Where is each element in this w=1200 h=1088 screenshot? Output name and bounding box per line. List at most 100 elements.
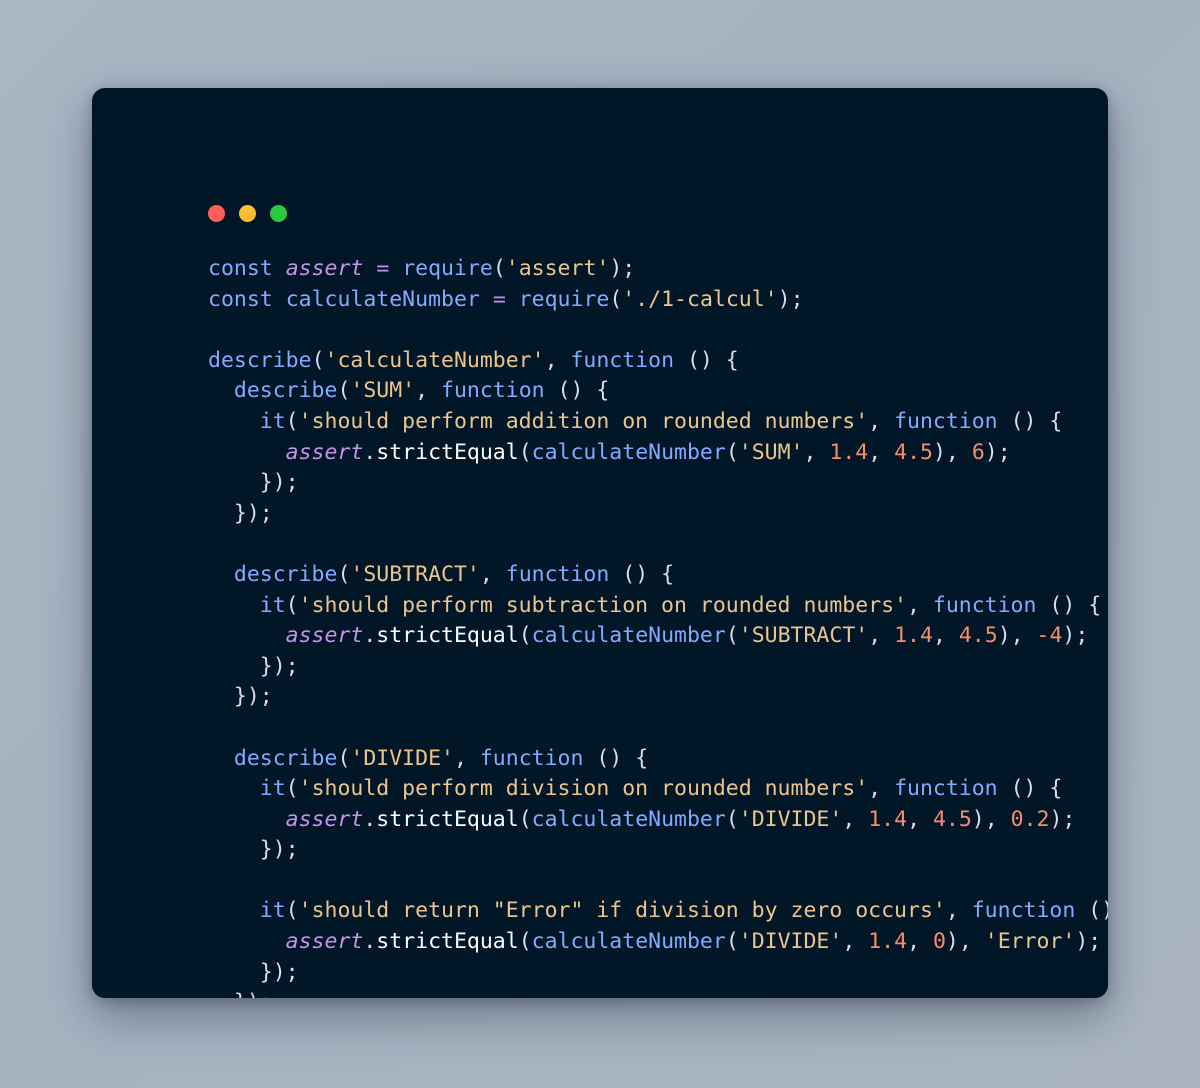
code-token: 'assert' (505, 256, 610, 281)
code-token: ( (492, 256, 506, 281)
code-line: assert.strictEqual(calculateNumber('SUBT… (208, 621, 1108, 652)
code-token: = (492, 286, 506, 312)
code-token: ( (518, 806, 532, 832)
code-token: , (868, 623, 895, 649)
code-token: () { (609, 561, 675, 587)
code-token: 4.5 (894, 439, 933, 465)
code-token: }); (234, 990, 273, 998)
code-token: ), (971, 806, 1011, 832)
code-token: ( (285, 776, 299, 802)
code-token: ( (725, 439, 739, 465)
code-token: 'SUBTRACT' (350, 561, 480, 587)
code-token: 6 (971, 439, 985, 465)
code-token: 0 (932, 929, 946, 955)
code-token: ), (945, 929, 985, 955)
code-token: 1.4 (868, 929, 908, 955)
code-token: assert (285, 929, 364, 955)
code-token: 'should perform subtraction on rounded n… (298, 592, 907, 618)
code-token: ( (337, 378, 351, 404)
code-token: function (971, 898, 1076, 924)
code-token: ; (622, 256, 636, 281)
code-token: ( (725, 929, 739, 955)
code-token: it (259, 898, 286, 924)
code-token: , (842, 806, 869, 832)
code-line: it('should perform subtraction on rounde… (208, 591, 1108, 622)
code-token: ( (285, 592, 299, 618)
code-token: }); (233, 684, 273, 710)
code-token: , (907, 929, 933, 955)
code-token: 'DIVIDE' (738, 929, 843, 955)
code-token: ( (285, 898, 299, 924)
minimize-window-button[interactable] (239, 205, 256, 222)
code-token: const (208, 256, 273, 281)
code-token: }); (259, 959, 299, 985)
code-token: const (208, 286, 273, 312)
code-token: 0.2 (1010, 806, 1050, 832)
code-token: ( (337, 561, 351, 587)
code-token: require (402, 256, 493, 281)
code-token: , (415, 378, 442, 404)
code-token: () { (674, 347, 739, 373)
code-token: ); (1049, 806, 1076, 832)
code-token: strictEqual (376, 623, 519, 649)
code-token: -4 (1036, 623, 1063, 649)
code-line: assert.strictEqual(calculateNumber('DIVI… (208, 805, 1108, 836)
code-token: strictEqual (376, 929, 519, 955)
code-token: './1-calcul' (622, 286, 778, 312)
code-token: function (894, 408, 998, 434)
code-token: . (363, 806, 377, 832)
code-line: it('should return "Error" if division by… (208, 896, 1108, 927)
code-token: 1.4 (868, 806, 908, 832)
code-token: , (868, 776, 895, 802)
close-window-button[interactable] (208, 205, 225, 222)
code-token: ( (285, 408, 299, 434)
code-token: }); (259, 837, 299, 863)
code-token: . (363, 929, 377, 955)
code-token: , (803, 439, 830, 465)
code-window: const assert = require('assert'); const c… (92, 88, 1108, 998)
code-token: , (479, 561, 506, 587)
code-token: ( (725, 623, 739, 649)
code-block[interactable]: const assert = require('assert'); const c… (208, 254, 1108, 998)
code-token: function (505, 561, 610, 587)
code-token: }); (259, 653, 299, 679)
code-line: const calculateNumber = require('./1-cal… (208, 285, 1108, 316)
code-token: 'should return "Error" if division by ze… (298, 898, 946, 924)
code-token: ( (518, 623, 532, 649)
code-token: 'should perform division on rounded numb… (298, 776, 869, 802)
code-token: ); (984, 439, 1011, 465)
code-token: strictEqual (376, 439, 519, 465)
window-titlebar[interactable] (92, 88, 1108, 222)
code-line: describe('calculateNumber', function () … (208, 346, 1108, 377)
code-token: 4.5 (958, 623, 998, 649)
code-token: ( (518, 439, 532, 465)
code-token: function (570, 347, 675, 373)
code-token: function (932, 592, 1037, 618)
code-token: , (842, 929, 869, 955)
code-token: 'SUBTRACT' (738, 623, 869, 649)
maximize-window-button[interactable] (270, 205, 287, 222)
code-line: it('should perform division on rounded n… (208, 774, 1108, 805)
code-token: strictEqual (376, 806, 519, 832)
code-line: }); (208, 958, 1108, 989)
code-token: ; (790, 286, 804, 312)
